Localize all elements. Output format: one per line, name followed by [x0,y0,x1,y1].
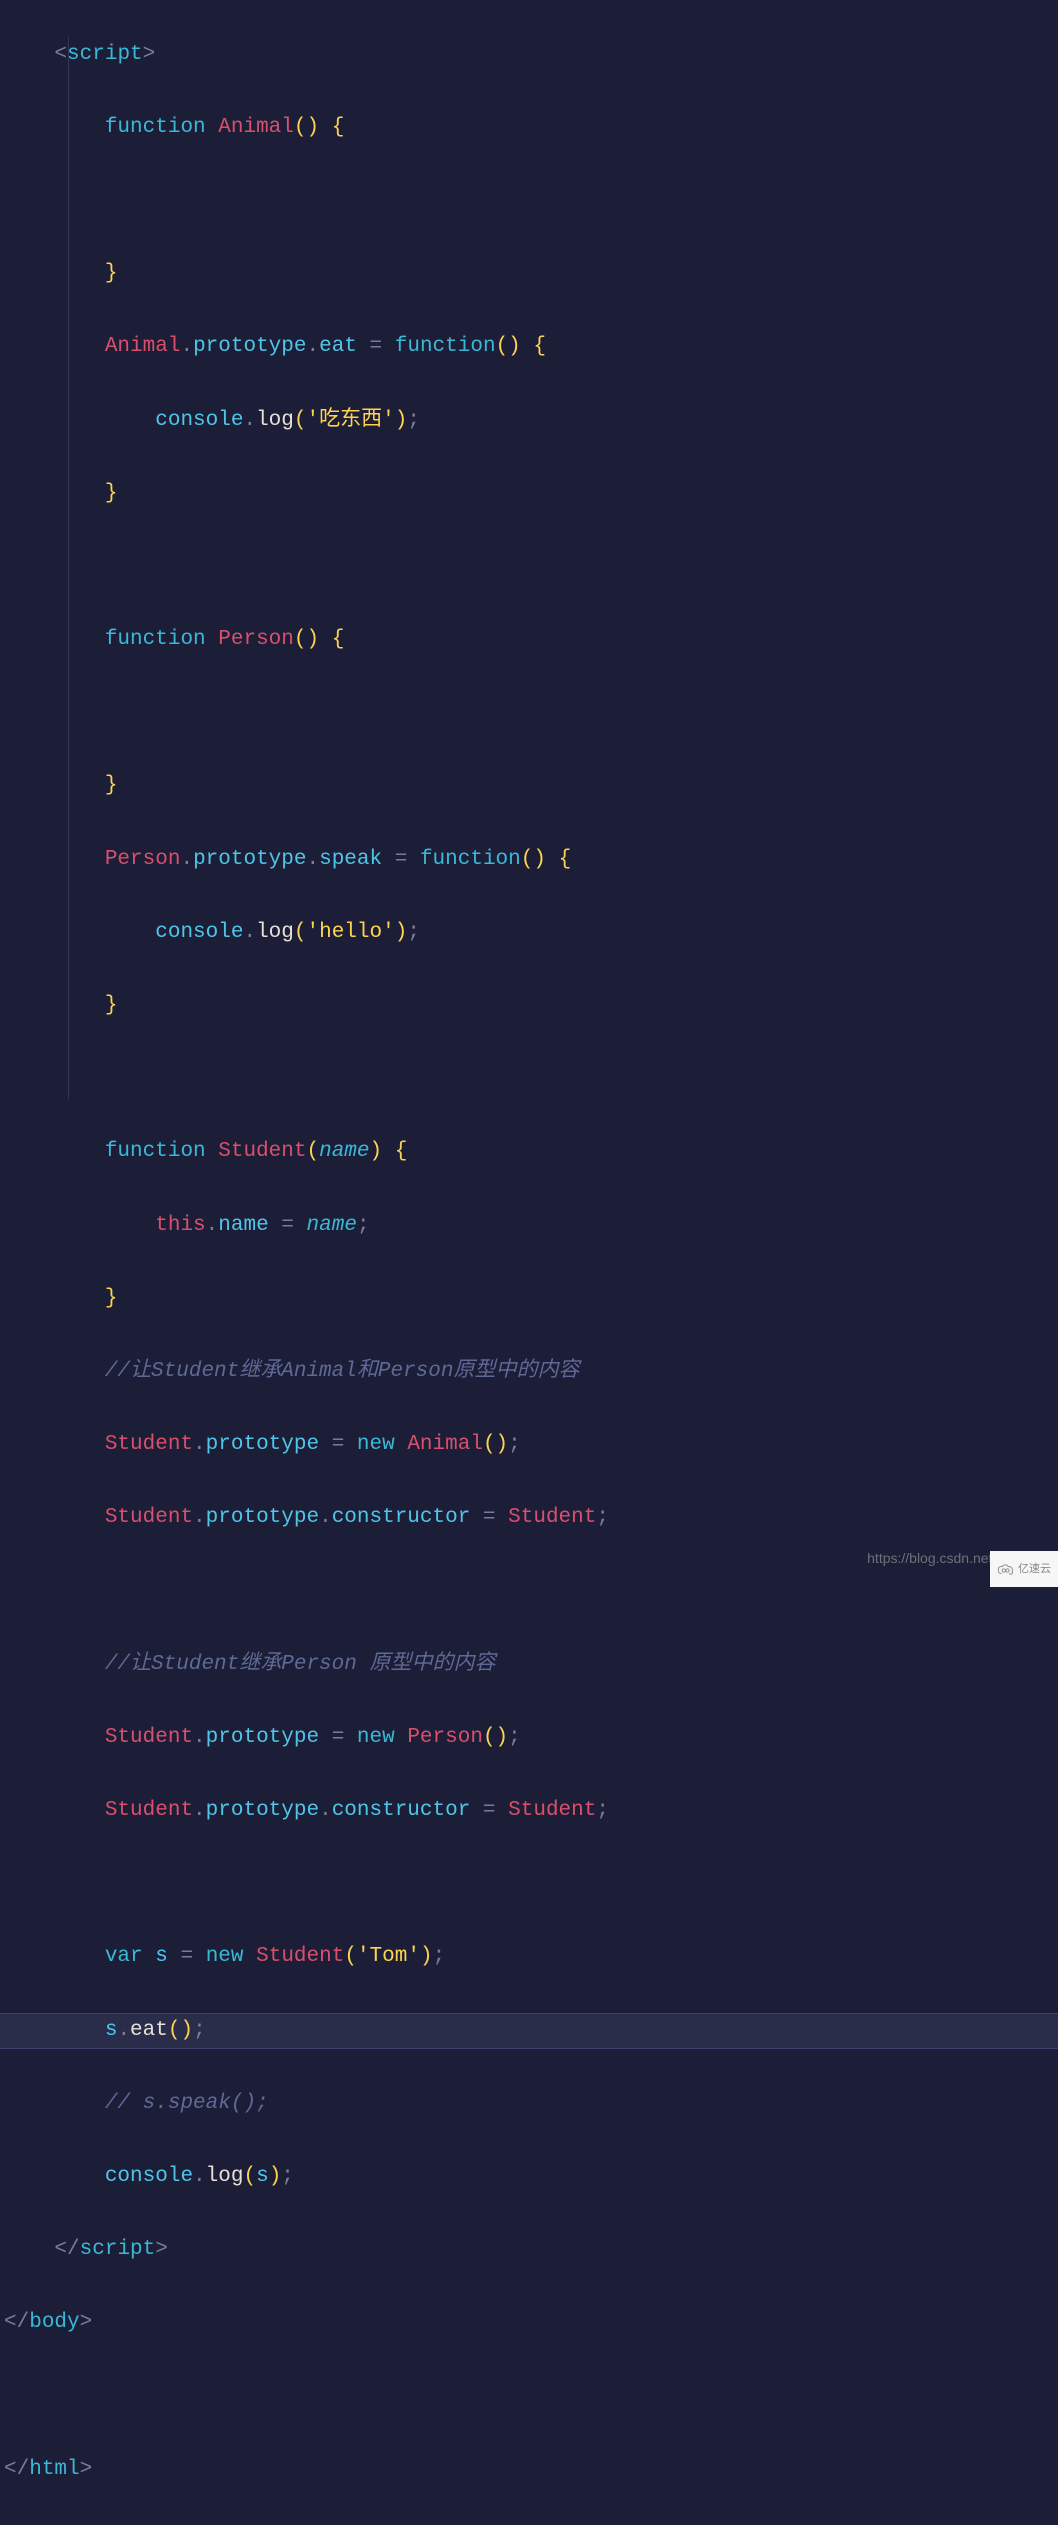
code-line: Student.prototype = new Person(); [0,1720,1058,1757]
code-line [0,1574,1058,1611]
code-line: function Animal() { [0,110,1058,147]
code-line: Animal.prototype.eat = function() { [0,329,1058,366]
watermark-text: https://blog.csdn.net/m [867,1540,1008,1577]
code-line [0,2379,1058,2416]
code-line: } [0,256,1058,293]
code-line: </html> [0,2452,1058,2489]
code-line [0,549,1058,586]
badge-label: 亿速云 [1018,1551,1051,1588]
code-line: // s.speak(); [0,2086,1058,2123]
code-line: Person.prototype.speak = function() { [0,842,1058,879]
code-block: <script> function Animal() { } Animal.pr… [0,0,1058,2525]
cloud-icon [997,1562,1015,1576]
code-line: console.log('hello'); [0,915,1058,952]
code-line: } [0,1281,1058,1318]
code-line [0,183,1058,220]
code-line: console.log(s); [0,2159,1058,2196]
code-line: } [0,768,1058,805]
code-line: Student.prototype = new Animal(); [0,1427,1058,1464]
code-line: Student.prototype.constructor = Student; [0,1500,1058,1537]
code-line: </body> [0,2305,1058,2342]
code-line: console.log('吃东西'); [0,403,1058,440]
code-line: function Student(name) { [0,1134,1058,1171]
code-line: Student.prototype.constructor = Student; [0,1793,1058,1830]
code-line: var s = new Student('Tom'); [0,1939,1058,1976]
code-line-highlighted: s.eat(); [0,2013,1058,2050]
code-line: //让Student继承Animal和Person原型中的内容 [0,1354,1058,1391]
code-line: this.name = name; [0,1208,1058,1245]
code-line: <script> [0,37,1058,74]
badge-logo: 亿速云 [990,1551,1058,1587]
code-line: function Person() { [0,622,1058,659]
code-line: </script> [0,2232,1058,2269]
code-line: } [0,988,1058,1025]
code-line: //让Student继承Person 原型中的内容 [0,1647,1058,1684]
code-line: } [0,476,1058,513]
code-line [0,1866,1058,1903]
code-line [0,695,1058,732]
code-line [0,1061,1058,1098]
